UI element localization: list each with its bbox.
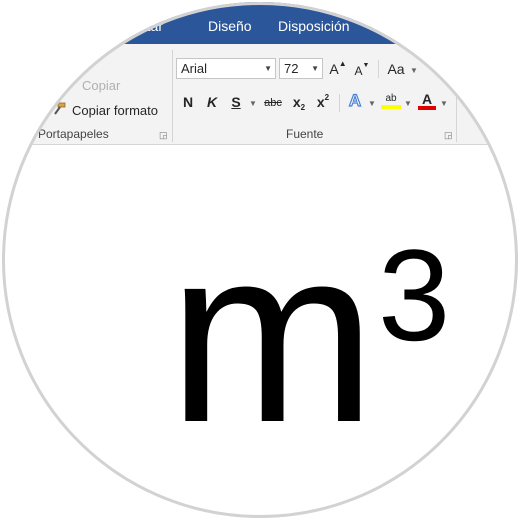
- shrink-font-button[interactable]: A ▼: [352, 60, 372, 82]
- separator: [339, 94, 340, 112]
- chevron-down-icon[interactable]: ▼: [249, 99, 257, 108]
- font-size-value: 72: [284, 61, 299, 76]
- shrink-font-label: A: [354, 64, 363, 78]
- font-size-select[interactable]: 72 ▼: [279, 58, 323, 79]
- highlight-label: ab: [385, 93, 397, 104]
- strikethrough-label: abc: [264, 97, 282, 109]
- chevron-down-icon[interactable]: ▼: [410, 66, 418, 75]
- superscript-mark: 2: [324, 92, 330, 102]
- font-launcher-icon[interactable]: ◲: [444, 130, 453, 141]
- chevron-down-icon[interactable]: ▼: [404, 99, 412, 108]
- tab-insertar[interactable]: rtar: [142, 18, 163, 34]
- format-painter-label: Copiar formato: [72, 103, 158, 118]
- chevron-down-icon[interactable]: ▼: [368, 99, 376, 108]
- strikethrough-button[interactable]: abc: [262, 93, 284, 113]
- highlight-button[interactable]: ab: [380, 90, 402, 112]
- font-name-value: Arial: [181, 61, 208, 76]
- shrink-arrow-icon: ▼: [362, 61, 370, 69]
- change-case-button[interactable]: Aa: [384, 58, 408, 80]
- subscript-mark: 2: [300, 102, 306, 112]
- change-case-label: Aa: [387, 61, 405, 77]
- grow-font-button[interactable]: A ▲: [328, 58, 348, 80]
- italic-button[interactable]: K: [204, 92, 220, 112]
- document-text-base: m: [168, 195, 377, 474]
- clipboard-group-label: Portapapeles: [38, 127, 109, 141]
- subscript-button[interactable]: x2: [289, 92, 309, 112]
- separator: [378, 60, 379, 78]
- group-divider: [456, 50, 457, 142]
- font-color-swatch: [418, 106, 436, 110]
- format-painter-icon: [52, 102, 66, 119]
- bold-label: N: [182, 94, 194, 110]
- tab-diseno[interactable]: Diseño: [208, 18, 252, 34]
- group-divider: [172, 50, 173, 142]
- underline-button[interactable]: S: [228, 92, 244, 112]
- copy-label: Copiar: [82, 78, 121, 93]
- zoom-lens: rtar Diseño Disposición Copiar Copiar fo…: [2, 2, 518, 518]
- format-painter-button[interactable]: Copiar formato: [52, 102, 158, 119]
- underline-label: S: [231, 94, 241, 110]
- superscript-label: x: [316, 94, 325, 110]
- ribbon-tab-bar: rtar Diseño Disposición: [2, 2, 518, 44]
- chevron-down-icon[interactable]: ▼: [440, 99, 448, 108]
- chevron-down-icon: ▼: [311, 64, 319, 73]
- copy-button[interactable]: Copiar: [82, 78, 120, 93]
- grow-font-label: A: [329, 61, 339, 77]
- document-text-superscript: 3: [378, 222, 451, 368]
- subscript-label: x: [292, 94, 301, 110]
- chevron-down-icon: ▼: [264, 64, 272, 73]
- text-effects-label: A: [348, 90, 362, 110]
- clipboard-launcher-icon[interactable]: ◲: [159, 130, 168, 141]
- tab-disposicion[interactable]: Disposición: [278, 18, 350, 34]
- font-color-button[interactable]: A: [416, 90, 438, 112]
- font-color-label: A: [421, 91, 433, 107]
- highlight-color-swatch: [381, 105, 401, 109]
- font-name-select[interactable]: Arial ▼: [176, 58, 276, 79]
- grow-arrow-icon: ▲: [338, 58, 347, 68]
- font-group-label: Fuente: [286, 127, 324, 141]
- italic-label: K: [206, 94, 218, 110]
- superscript-button[interactable]: x2: [313, 92, 333, 112]
- bold-button[interactable]: N: [180, 92, 196, 112]
- text-effects-button[interactable]: A: [345, 90, 365, 112]
